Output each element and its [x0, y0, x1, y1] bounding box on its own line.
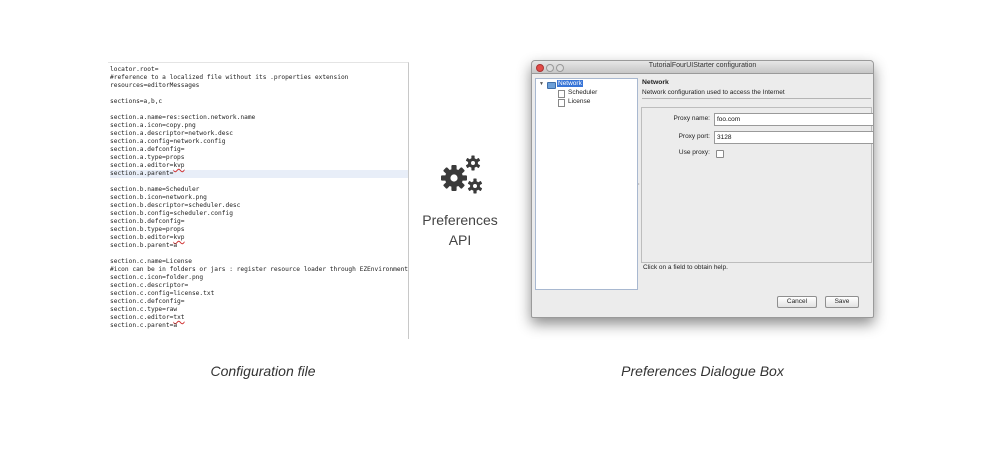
code-line: section.c.defconfig=	[110, 298, 185, 305]
proxy-name-input[interactable]	[714, 113, 874, 126]
caption-preferences-dialog: Preferences Dialogue Box	[621, 363, 784, 379]
code-line: section.a.type=props	[110, 154, 185, 161]
code-line: locator.root=	[110, 66, 159, 73]
proxy-name-label: Proxy name:	[673, 115, 711, 122]
code-line: section.a.parent=	[110, 170, 408, 178]
caption-configuration-file: Configuration file	[210, 363, 316, 379]
spelling-error: kvp	[173, 234, 185, 241]
api-label-line2: API	[448, 232, 472, 248]
panel-description: Network configuration used to access the…	[642, 89, 871, 99]
code-line: section.b.config=scheduler.config	[110, 210, 233, 217]
code-line: #reference to a localized file without i…	[110, 74, 349, 81]
window-titlebar[interactable]: TutorialFourUIStarter configuration	[532, 61, 873, 74]
preferences-dialog: TutorialFourUIStarter configuration ▼ Ne…	[531, 60, 874, 318]
configuration-file-view: locator.root= #reference to a localized f…	[108, 62, 409, 339]
disclosure-triangle-icon[interactable]: ▼	[539, 81, 544, 87]
code-line: section.b.parent=a	[110, 242, 178, 249]
code-line: section.b.descriptor=scheduler.desc	[110, 202, 241, 209]
code-line: section.a.config=network.config	[110, 138, 226, 145]
use-proxy-label: Use proxy:	[678, 149, 710, 156]
code-line: section.c.type=raw	[110, 306, 178, 313]
code-line: section.a.descriptor=network.desc	[110, 130, 233, 137]
code-line: section.c.parent=a	[110, 322, 178, 329]
tree-item-scheduler[interactable]: Scheduler	[558, 89, 598, 98]
code-line: #icon can be in folders or jars : regist…	[110, 266, 409, 273]
tree-item-label: Network	[557, 80, 583, 87]
code-line: sections=a,b,c	[110, 98, 163, 105]
cancel-button[interactable]: Cancel	[777, 296, 817, 308]
code-line: section.a.editor=kvp	[110, 162, 185, 169]
code-line: section.b.defconfig=	[110, 218, 185, 225]
network-form: Proxy name: Proxy port: Use proxy:	[641, 107, 874, 263]
code-line: section.c.icon=folder.png	[110, 274, 204, 281]
tree-item-network[interactable]: Network	[545, 80, 583, 89]
code-line: section.b.type=props	[110, 226, 185, 233]
proxy-port-input[interactable]	[714, 131, 874, 144]
code-line: resources=editorMessages	[110, 82, 200, 89]
window-title: TutorialFourUIStarter configuration	[648, 62, 757, 69]
preferences-api: Preferences API	[415, 150, 505, 250]
code-line: section.a.defconfig=	[110, 146, 185, 153]
code-line: section.c.config=license.txt	[110, 290, 215, 297]
tree-item-label: License	[568, 98, 591, 105]
code-line: section.a.name=res:section.network.name	[110, 114, 256, 121]
code-line: section.a.icon=copy.png	[110, 122, 196, 129]
code-line: section.b.icon=network.png	[110, 194, 207, 201]
code-line: section.b.editor=kvp	[110, 234, 185, 241]
config-code: locator.root= #reference to a localized f…	[108, 63, 408, 330]
split-pane-handle[interactable]: •	[638, 181, 639, 186]
save-button[interactable]: Save	[825, 296, 859, 308]
help-text: Click on a field to obtain help.	[643, 264, 728, 271]
gears-icon	[441, 155, 483, 194]
sections-tree[interactable]: ▼ Network Scheduler License	[535, 78, 638, 290]
code-line: section.c.descriptor=	[110, 282, 189, 289]
document-icon	[558, 90, 565, 98]
document-icon	[558, 99, 565, 107]
use-proxy-checkbox[interactable]	[716, 150, 724, 158]
api-label-line1: Preferences	[422, 212, 498, 228]
code-line: section.c.name=License	[110, 258, 192, 265]
tree-item-license[interactable]: License	[558, 98, 591, 107]
panel-title: Network	[642, 79, 669, 86]
spelling-error: txt	[173, 314, 185, 321]
code-line: section.c.editor=txt	[110, 314, 185, 321]
spelling-error: kvp	[173, 162, 185, 169]
tree-item-label: Scheduler	[568, 89, 598, 96]
folder-icon	[547, 81, 556, 89]
proxy-port-label: Proxy port:	[678, 133, 710, 140]
code-line: section.b.name=Scheduler	[110, 186, 200, 193]
